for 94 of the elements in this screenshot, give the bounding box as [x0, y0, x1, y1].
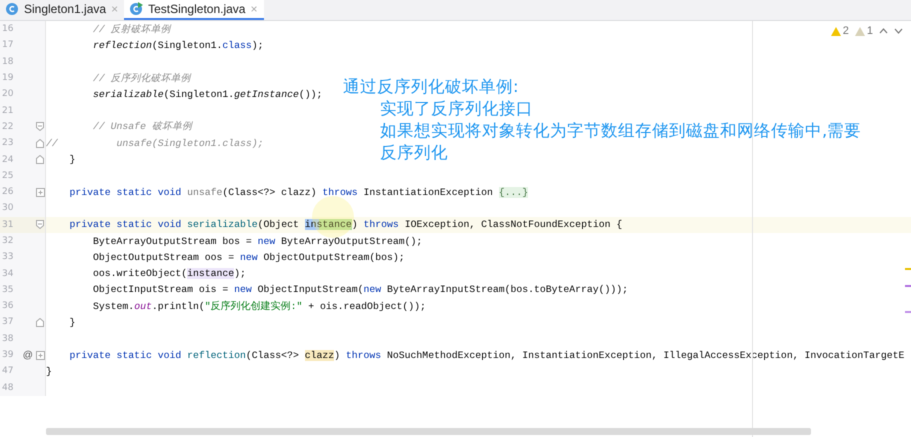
line-number: 39	[1, 350, 14, 360]
code-text: IOException, ClassNotFoundException {	[404, 219, 622, 230]
line-number: 19	[1, 73, 14, 84]
code-text: ByteArrayOutputStream bos =	[92, 236, 253, 246]
code-text: ByteArrayInputStream(bos.toByteArray()));	[386, 284, 628, 296]
expand-icon[interactable]	[36, 350, 45, 360]
line-number: 18	[1, 56, 14, 67]
fold-icon[interactable]	[36, 220, 44, 230]
code-text: InstantiationException	[362, 186, 494, 198]
file-tab[interactable]: TestSingleton.java ×	[124, 0, 264, 20]
method-call: reflection	[92, 40, 152, 51]
line-number: 38	[1, 334, 14, 344]
line-number: 22	[1, 122, 14, 132]
code-text: (Class<?> clazz)	[222, 186, 318, 198]
line-number: 37	[1, 317, 14, 328]
method-call: serializable	[92, 88, 164, 100]
line-number: 30	[1, 203, 14, 214]
line-number: 20	[1, 89, 14, 100]
code-text: )	[334, 350, 341, 361]
keyword: private static void	[68, 350, 182, 361]
code-text: ObjectInputStream ois =	[92, 284, 230, 296]
code-text: (Singleton1.	[164, 88, 234, 100]
line-number: 31	[1, 220, 14, 230]
file-tab[interactable]: Singleton1.java ×	[0, 0, 124, 20]
annotation-text: 反序列化	[379, 142, 449, 164]
fold-icon[interactable]	[36, 122, 44, 132]
line-number: 47	[1, 366, 14, 376]
code-text: (Singleton1.	[152, 40, 222, 51]
folded-block: {...}	[498, 186, 528, 198]
code-comment: // unsafe(Singleton1.class);	[46, 138, 264, 149]
code-comment: // 反射破坏单例	[92, 24, 171, 35]
line-number: 23	[1, 138, 14, 148]
keyword: throws	[322, 186, 358, 198]
inspection-counter[interactable]: 2	[830, 25, 849, 37]
code-text: NoSuchMethodException, InstantiationException, IllegalAccessException, InvocationTargetE	[386, 350, 904, 361]
inspection-counter[interactable]: 1	[854, 25, 873, 37]
line-number: 25	[1, 170, 14, 181]
code-comment: // Unsafe 破坏单例	[92, 121, 192, 132]
annotation-marker[interactable]: @	[22, 350, 33, 361]
keyword: new	[240, 252, 258, 263]
method-call: getInstance	[234, 88, 299, 100]
line-number: 36	[1, 301, 14, 312]
field-name: out	[134, 300, 152, 312]
code-text: ObjectOutputStream(bos);	[262, 252, 405, 263]
annotation-text: 实现了反序列化接口	[379, 98, 534, 120]
keyword: private static void	[68, 186, 182, 198]
method-name: serializable	[187, 219, 258, 230]
method-name: reflection	[187, 350, 246, 361]
keyword: new	[363, 284, 382, 296]
code-text: oos.writeObject(	[92, 268, 188, 280]
keyword: class	[222, 40, 252, 51]
code-text: }	[68, 154, 76, 166]
code-text: ObjectOutputStream oos =	[92, 252, 236, 263]
line-number: 16	[1, 24, 14, 34]
down-icon[interactable]	[894, 28, 903, 34]
keyword: throws	[364, 219, 399, 230]
code-text: ObjectInputStream(	[256, 284, 364, 296]
code-text: );	[234, 268, 246, 280]
keyword: new	[258, 236, 276, 246]
expand-icon[interactable]	[36, 188, 45, 197]
line-number: 21	[1, 106, 14, 116]
line-number: 17	[1, 40, 14, 50]
code-text: (Class<?>	[246, 350, 300, 361]
keyword: private static void	[68, 219, 182, 230]
line-number: 48	[1, 382, 14, 393]
line-number: 33	[1, 252, 14, 262]
line-number: 26	[1, 187, 14, 198]
code-text: )	[352, 219, 359, 230]
code-text: System.	[92, 300, 134, 312]
keyword: new	[234, 284, 252, 296]
line-number: 32	[1, 236, 14, 246]
variable-usage: instance	[187, 268, 234, 280]
annotation-text: 如果想实现将对象转化为字节数组存储到磁盘和网络传输中,需要	[379, 120, 862, 142]
code-text: .println(	[152, 300, 205, 312]
annotation-text: 通过反序列化破坏单例:	[343, 76, 520, 98]
code-text: );	[252, 40, 264, 51]
code-text: ());	[298, 88, 322, 100]
code-comment: // 反序列化破坏单例	[92, 72, 191, 84]
fold-icon[interactable]	[36, 318, 44, 327]
code-text: (Object	[258, 219, 300, 230]
up-icon[interactable]	[879, 28, 888, 34]
close-icon[interactable]: ×	[250, 2, 258, 16]
horizontal-scrollbar[interactable]	[46, 428, 811, 435]
code-text: }	[46, 366, 52, 377]
code-text: }	[68, 316, 76, 328]
string-literal: "反序列化创建实例:"	[204, 300, 302, 312]
keyword: throws	[346, 350, 382, 361]
code-text: + ois.readObject());	[307, 300, 426, 312]
parameter: clazz	[304, 350, 334, 361]
method-name: unsafe	[187, 186, 222, 198]
code-text: ByteArrayOutputStream();	[280, 236, 422, 246]
line-number: 24	[1, 154, 14, 165]
line-number: 35	[1, 284, 14, 295]
line-number: 34	[1, 268, 14, 279]
